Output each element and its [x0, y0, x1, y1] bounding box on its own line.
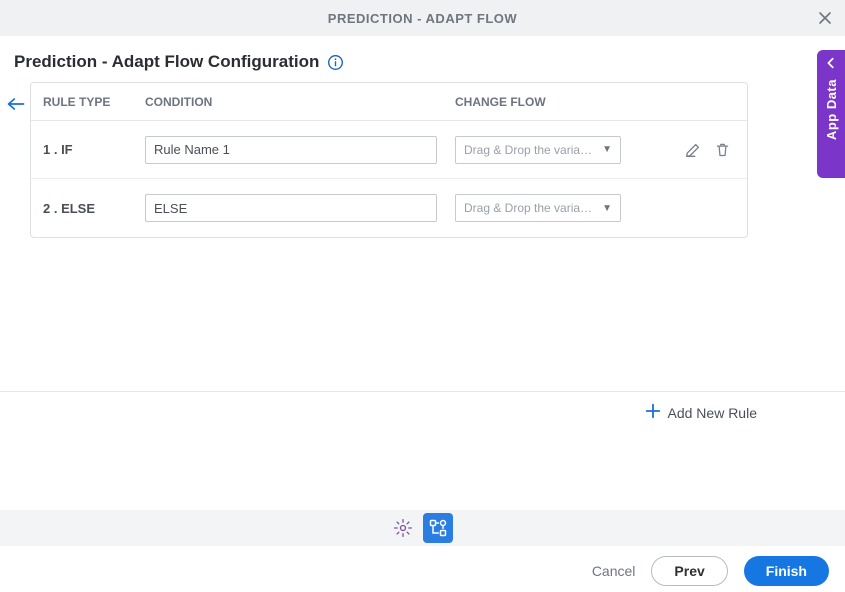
delete-icon[interactable] — [714, 141, 731, 159]
condition-input[interactable] — [145, 194, 437, 222]
modal-header: PREDICTION - ADAPT FLOW — [0, 0, 845, 36]
chevron-down-icon: ▼ — [602, 144, 612, 155]
col-header-change-flow: CHANGE FLOW — [455, 95, 655, 109]
change-flow-select[interactable]: Drag & Drop the varia… ▼ — [455, 194, 621, 222]
rules-table-header: RULE TYPE CONDITION CHANGE FLOW — [31, 83, 747, 121]
select-placeholder: Drag & Drop the varia… — [464, 201, 592, 215]
chevron-down-icon: ▼ — [602, 203, 612, 214]
page-title-row: Prediction - Adapt Flow Configuration — [0, 36, 845, 82]
footer-actions: Cancel Prev Finish — [0, 548, 845, 586]
cancel-button[interactable]: Cancel — [592, 563, 636, 579]
table-row: 2 . ELSE Drag & Drop the varia… ▼ — [31, 179, 747, 237]
edit-icon[interactable] — [684, 141, 702, 159]
condition-input[interactable] — [145, 136, 437, 164]
add-rule-button[interactable]: Add New Rule — [644, 402, 758, 423]
close-icon[interactable] — [817, 10, 833, 26]
table-row: 1 . IF Drag & Drop the varia… ▼ — [31, 121, 747, 179]
finish-button[interactable]: Finish — [744, 556, 829, 586]
modal-title: PREDICTION - ADAPT FLOW — [328, 11, 517, 26]
flow-icon[interactable] — [423, 513, 453, 543]
back-arrow-icon[interactable] — [6, 96, 26, 115]
add-rule-label: Add New Rule — [668, 405, 758, 421]
info-icon[interactable] — [327, 54, 344, 71]
add-rule-row: Add New Rule — [0, 392, 845, 423]
rules-table: RULE TYPE CONDITION CHANGE FLOW 1 . IF D… — [30, 82, 748, 238]
rule-label-else: 2 . ELSE — [43, 201, 145, 216]
plus-icon — [644, 402, 662, 423]
col-header-condition: CONDITION — [145, 95, 455, 109]
col-header-rule-type: RULE TYPE — [43, 95, 145, 109]
side-tab-label: App Data — [824, 79, 839, 140]
rule-label-if: 1 . IF — [43, 142, 145, 157]
page-title: Prediction - Adapt Flow Configuration — [14, 52, 319, 72]
select-placeholder: Drag & Drop the varia… — [464, 143, 592, 157]
change-flow-select[interactable]: Drag & Drop the varia… ▼ — [455, 136, 621, 164]
chevron-left-icon — [824, 56, 838, 73]
prev-button[interactable]: Prev — [651, 556, 727, 586]
bottom-toolbar — [0, 510, 845, 546]
app-data-side-tab[interactable]: App Data — [817, 50, 845, 178]
gear-icon[interactable] — [393, 518, 413, 538]
rules-panel: RULE TYPE CONDITION CHANGE FLOW 1 . IF D… — [0, 82, 845, 392]
